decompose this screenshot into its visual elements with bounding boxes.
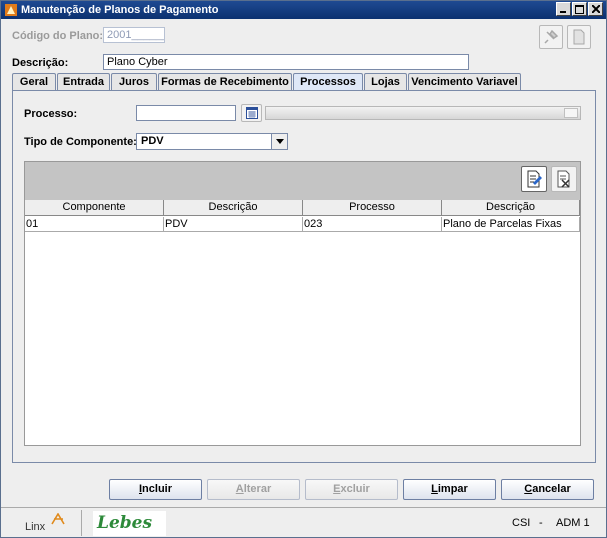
alterar-label: lterar: [243, 483, 272, 495]
linx-star-icon: [51, 513, 65, 525]
limpar-button[interactable]: Limpar: [403, 479, 496, 500]
delete-document-icon: [557, 170, 570, 188]
tipo-componente-value: PDV: [141, 135, 164, 147]
column-header-descricao-processo[interactable]: Descrição: [442, 200, 580, 216]
grid-edit-button[interactable]: [521, 166, 547, 192]
cell-componente[interactable]: 01: [25, 217, 164, 232]
status-separator: [81, 510, 82, 536]
system-status: CSI: [512, 517, 531, 529]
grid-header: Componente Descrição Processo Descrição: [25, 200, 580, 216]
tipo-componente-label: Tipo de Componente:: [24, 136, 137, 148]
edit-document-icon: [527, 170, 542, 188]
grid-toolbar: [25, 162, 580, 200]
linx-logo-text: Linx: [25, 521, 46, 533]
title-bar[interactable]: Manutenção de Planos de Pagamento: [1, 1, 606, 19]
pin-button[interactable]: [539, 25, 563, 49]
status-dash: -: [539, 517, 543, 529]
descricao-field[interactable]: Plano Cyber: [103, 54, 469, 70]
processos-panel: Processo: Tipo de Componente: PDV Compon…: [12, 90, 596, 463]
lebes-logo-text: Lebes: [97, 513, 153, 533]
descricao-label: Descrição:: [12, 57, 69, 69]
componentes-grid: Componente Descrição Processo Descrição …: [24, 161, 581, 446]
tab-entrada[interactable]: Entrada: [57, 73, 110, 91]
chevron-down-icon[interactable]: [271, 134, 287, 149]
alterar-button[interactable]: Alterar: [207, 479, 300, 500]
close-button[interactable]: [588, 2, 603, 16]
incluir-label: ncluir: [142, 483, 172, 495]
grid-delete-button[interactable]: [551, 166, 577, 192]
processo-input[interactable]: [136, 105, 236, 121]
linx-logo: Linx: [25, 513, 67, 535]
user-status: ADM 1: [556, 517, 590, 529]
lebes-logo: Lebes: [93, 511, 166, 536]
tab-juros[interactable]: Juros: [111, 73, 157, 91]
excluir-button[interactable]: Excluir: [305, 479, 398, 500]
cell-descricao-processo[interactable]: Plano de Parcelas Fixas: [442, 217, 580, 232]
calendar-icon: [245, 107, 258, 119]
table-row[interactable]: 01 PDV 023 Plano de Parcelas Fixas: [25, 217, 580, 232]
app-icon: [4, 3, 18, 17]
minimize-button[interactable]: [556, 2, 571, 16]
cell-processo[interactable]: 023: [303, 217, 442, 232]
tab-geral[interactable]: Geral: [12, 73, 56, 91]
limpar-mnemonic: L: [431, 483, 438, 495]
pin-icon: [544, 29, 559, 44]
processo-lookup-button[interactable]: [241, 104, 262, 122]
tab-formas-de-recebimento[interactable]: Formas de Recebimento: [158, 73, 292, 91]
main-window: Manutenção de Planos de Pagamento Código…: [0, 0, 607, 538]
cancelar-button[interactable]: Cancelar: [501, 479, 594, 500]
column-header-componente[interactable]: Componente: [25, 200, 164, 216]
status-bar: Linx Lebes CSI - ADM 1: [1, 507, 606, 537]
document-icon: [573, 29, 585, 45]
tipo-componente-select[interactable]: PDV: [136, 133, 288, 150]
incluir-button[interactable]: Incluir: [109, 479, 202, 500]
limpar-label: impar: [437, 483, 468, 495]
tab-lojas[interactable]: Lojas: [364, 73, 407, 91]
cancelar-label: ancelar: [532, 483, 571, 495]
cell-descricao[interactable]: PDV: [164, 217, 303, 232]
alterar-mnemonic: A: [235, 483, 244, 495]
maximize-button[interactable]: [572, 2, 587, 16]
codigo-field[interactable]: 2001______: [103, 27, 165, 43]
window-title: Manutenção de Planos de Pagamento: [21, 4, 219, 16]
cancelar-mnemonic: C: [524, 483, 533, 495]
processo-label: Processo:: [24, 108, 78, 120]
excluir-label: xcluir: [340, 483, 370, 495]
tab-vencimento-variavel[interactable]: Vencimento Variavel: [408, 73, 521, 91]
codigo-label: Código do Plano:: [12, 30, 104, 42]
processo-progress-bar: [265, 106, 581, 120]
column-header-processo[interactable]: Processo: [303, 200, 442, 216]
document-button[interactable]: [567, 25, 591, 49]
column-header-descricao[interactable]: Descrição: [164, 200, 303, 216]
